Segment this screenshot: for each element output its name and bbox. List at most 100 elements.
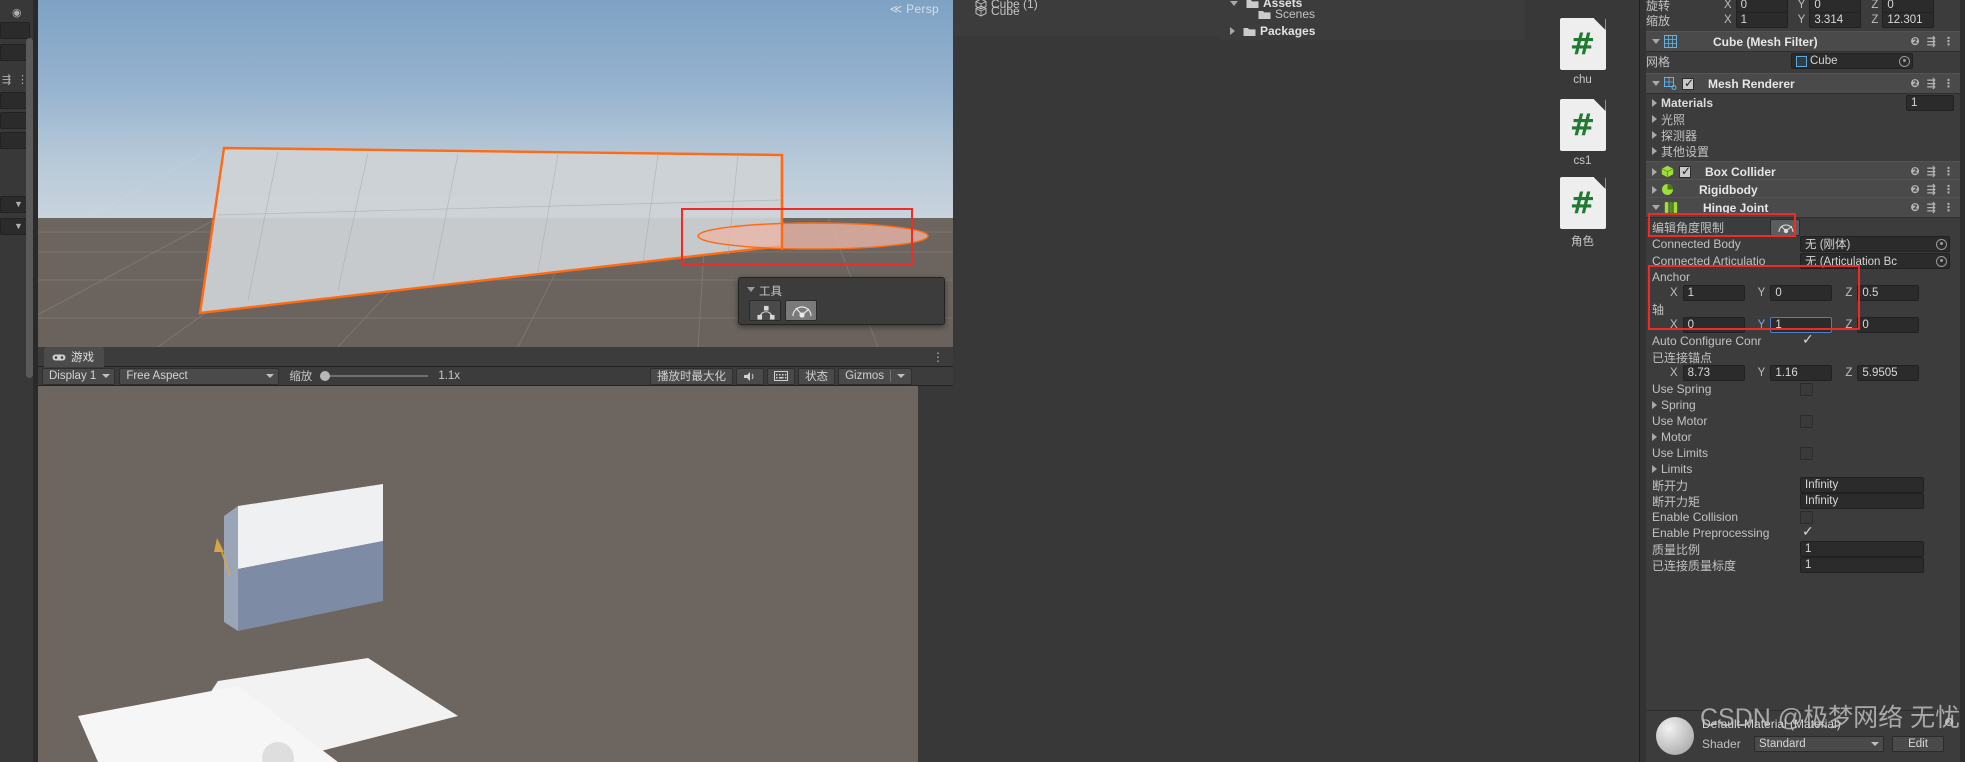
mute-audio-button[interactable] (736, 367, 765, 385)
mesh-row[interactable]: 网格 Cube (1646, 52, 1960, 70)
chevron-right-icon[interactable] (1230, 27, 1235, 35)
object-picker-icon[interactable] (1936, 238, 1947, 250)
help-icon[interactable]: ❷ (1910, 35, 1919, 48)
shader-edit-button[interactable]: Edit (1892, 736, 1944, 752)
enable-preprocessing-checkbox[interactable] (1802, 523, 1815, 540)
chevron-right-icon[interactable] (1652, 401, 1657, 409)
inspector-scrollbar[interactable] (1960, 0, 1965, 762)
preset-icon[interactable]: ⇶ (1927, 35, 1936, 48)
kebab-menu-icon[interactable]: ⋮ (1943, 77, 1954, 90)
edit-angular-limits-tool-button[interactable] (785, 300, 817, 321)
anchor-x-field[interactable]: 1 (1682, 285, 1745, 301)
hierarchy-empty-area[interactable] (953, 36, 1220, 762)
component-header-hinge-joint[interactable]: Hinge Joint ❷ ⇶ ⋮ (1646, 197, 1960, 218)
target-icon[interactable]: ◉ (12, 6, 22, 19)
chevron-down-icon[interactable] (1230, 0, 1238, 6)
asset-thumbnail-column[interactable]: # chu # cs1 # 角色 (1525, 0, 1640, 762)
preset-icon[interactable]: ⇶ (1927, 183, 1936, 196)
chevron-down-icon[interactable] (1652, 39, 1660, 44)
transform-scale-row[interactable]: 缩放 X 1 Y 3.314 Z 12.301 (1646, 11, 1960, 29)
axis-z-field[interactable]: 0 (1857, 317, 1920, 333)
connected-mass-scale-row[interactable]: 已连接质量标度 1 (1646, 556, 1960, 574)
chevron-right-icon[interactable] (1652, 465, 1657, 473)
scale-x-field[interactable]: 1 (1735, 12, 1788, 28)
connected-body-field[interactable]: 无 (刚体) (1800, 236, 1950, 252)
box-collider-enabled-checkbox[interactable] (1679, 164, 1691, 178)
component-header-mesh-filter[interactable]: Cube (Mesh Filter) ❷ ⇶ ⋮ (1646, 31, 1960, 52)
connected-body-row[interactable]: Connected Body 无 (刚体) (1646, 235, 1960, 253)
chevron-right-icon[interactable] (1652, 147, 1657, 155)
game-view-canvas[interactable] (38, 386, 918, 762)
edit-angular-limits-button[interactable] (1770, 218, 1800, 236)
aspect-dropdown[interactable]: Free Aspect (119, 367, 280, 385)
use-spring-checkbox[interactable] (1800, 382, 1813, 396)
kebab-menu-icon[interactable]: ⋮ (1943, 165, 1954, 178)
chevron-down-icon[interactable] (747, 287, 755, 292)
project-empty-area[interactable] (1220, 40, 1525, 762)
zoom-slider[interactable] (320, 371, 429, 381)
preset-icon[interactable]: ⇶ (1927, 201, 1936, 214)
kebab-menu-icon[interactable]: ⋮ (1943, 201, 1954, 214)
chevron-down-icon[interactable] (1652, 205, 1660, 210)
auto-configure-checkbox[interactable] (1802, 331, 1815, 348)
edit-collider-tool-button[interactable] (749, 300, 781, 321)
anchor-z-field[interactable]: 0.5 (1857, 285, 1920, 301)
display-dropdown[interactable]: Display 1 (42, 367, 116, 385)
asset-item-cs1[interactable]: # cs1 (1525, 99, 1640, 167)
connected-anchor-y-field[interactable]: 1.16 (1770, 365, 1833, 381)
help-icon[interactable]: ❷ (1910, 183, 1919, 196)
scale-y-field[interactable]: 3.314 (1809, 12, 1862, 28)
zoom-slider-knob[interactable] (320, 371, 331, 381)
shader-dropdown[interactable]: Standard (1754, 736, 1884, 752)
hierarchy-item-cube[interactable]: Cube (975, 4, 1020, 18)
additional-settings-row[interactable]: 其他设置 (1646, 142, 1960, 160)
chevron-right-icon[interactable] (1652, 167, 1657, 176)
chevron-right-icon[interactable] (1652, 433, 1657, 441)
connected-articulation-field[interactable]: 无 (Articulation Bc (1800, 253, 1950, 269)
preset-icon[interactable]: ⇶ (1927, 77, 1936, 90)
perspective-label[interactable]: ≪ Persp (890, 2, 939, 16)
asset-item-chu[interactable]: # chu (1525, 18, 1640, 86)
kebab-menu-icon[interactable]: ⋮ (1943, 35, 1954, 48)
chevron-right-icon[interactable] (1652, 131, 1657, 139)
edit-angular-limits-row[interactable]: 编辑角度限制 (1646, 218, 1960, 236)
hierarchy-panel[interactable]: Cube (1) Cube (953, 0, 1220, 762)
chevron-right-icon[interactable] (1652, 115, 1657, 123)
scale-z-field[interactable]: 12.301 (1882, 12, 1935, 28)
break-torque-field[interactable]: Infinity (1800, 493, 1924, 509)
panel-menu-icon[interactable]: ⋮ (932, 350, 945, 364)
chevron-down-icon[interactable] (1652, 81, 1660, 86)
tab-game[interactable]: 游戏 (44, 347, 104, 367)
project-tree-panel[interactable]: Assets Scenes Packages (1220, 0, 1525, 762)
scene-view[interactable]: ≪ Persp 工具 (38, 0, 953, 347)
maximize-on-play-button[interactable]: 播放时最大化 (650, 367, 734, 385)
chevron-right-icon[interactable] (1652, 185, 1657, 194)
inspector-scrollbar[interactable] (26, 38, 33, 378)
object-picker-icon[interactable] (1936, 255, 1947, 267)
help-icon[interactable]: ❷ (1910, 77, 1919, 90)
use-motor-checkbox[interactable] (1800, 414, 1813, 428)
mass-scale-field[interactable]: 1 (1800, 541, 1924, 557)
break-force-field[interactable]: Infinity (1800, 477, 1924, 493)
axis-x-field[interactable]: 0 (1682, 317, 1745, 333)
mesh-renderer-enabled-checkbox[interactable] (1682, 76, 1694, 90)
connected-anchor-x-field[interactable]: 8.73 (1682, 365, 1745, 381)
chevron-right-icon[interactable] (1652, 99, 1657, 107)
project-item-scenes[interactable]: Scenes (1258, 7, 1315, 21)
mesh-object-field[interactable]: Cube (1791, 53, 1913, 69)
left-strip-field-1[interactable] (0, 22, 30, 39)
materials-count-field[interactable]: 1 (1906, 95, 1954, 111)
connected-anchor-z-field[interactable]: 5.9505 (1857, 365, 1920, 381)
help-icon[interactable]: ❷ (1910, 201, 1919, 214)
gizmos-dropdown[interactable]: Gizmos | (838, 367, 913, 385)
anchor-y-field[interactable]: 0 (1770, 285, 1833, 301)
project-item-packages[interactable]: Packages (1230, 24, 1315, 38)
help-icon[interactable]: ❷ (1910, 165, 1919, 178)
kebab-menu-icon[interactable]: ⋮ (1943, 183, 1954, 196)
asset-item-role[interactable]: # 角色 (1525, 177, 1640, 249)
tools-overlay-panel[interactable]: 工具 (738, 277, 945, 325)
inspector-panel[interactable]: 旋转 X 0 Y 0 Z 0 缩放 X 1 Y 3.314 Z 12.301 C… (1640, 0, 1965, 762)
stats-toggle-button[interactable] (767, 367, 796, 385)
object-picker-icon[interactable] (1899, 55, 1910, 67)
preset-icon[interactable]: ⇶ (1927, 165, 1936, 178)
